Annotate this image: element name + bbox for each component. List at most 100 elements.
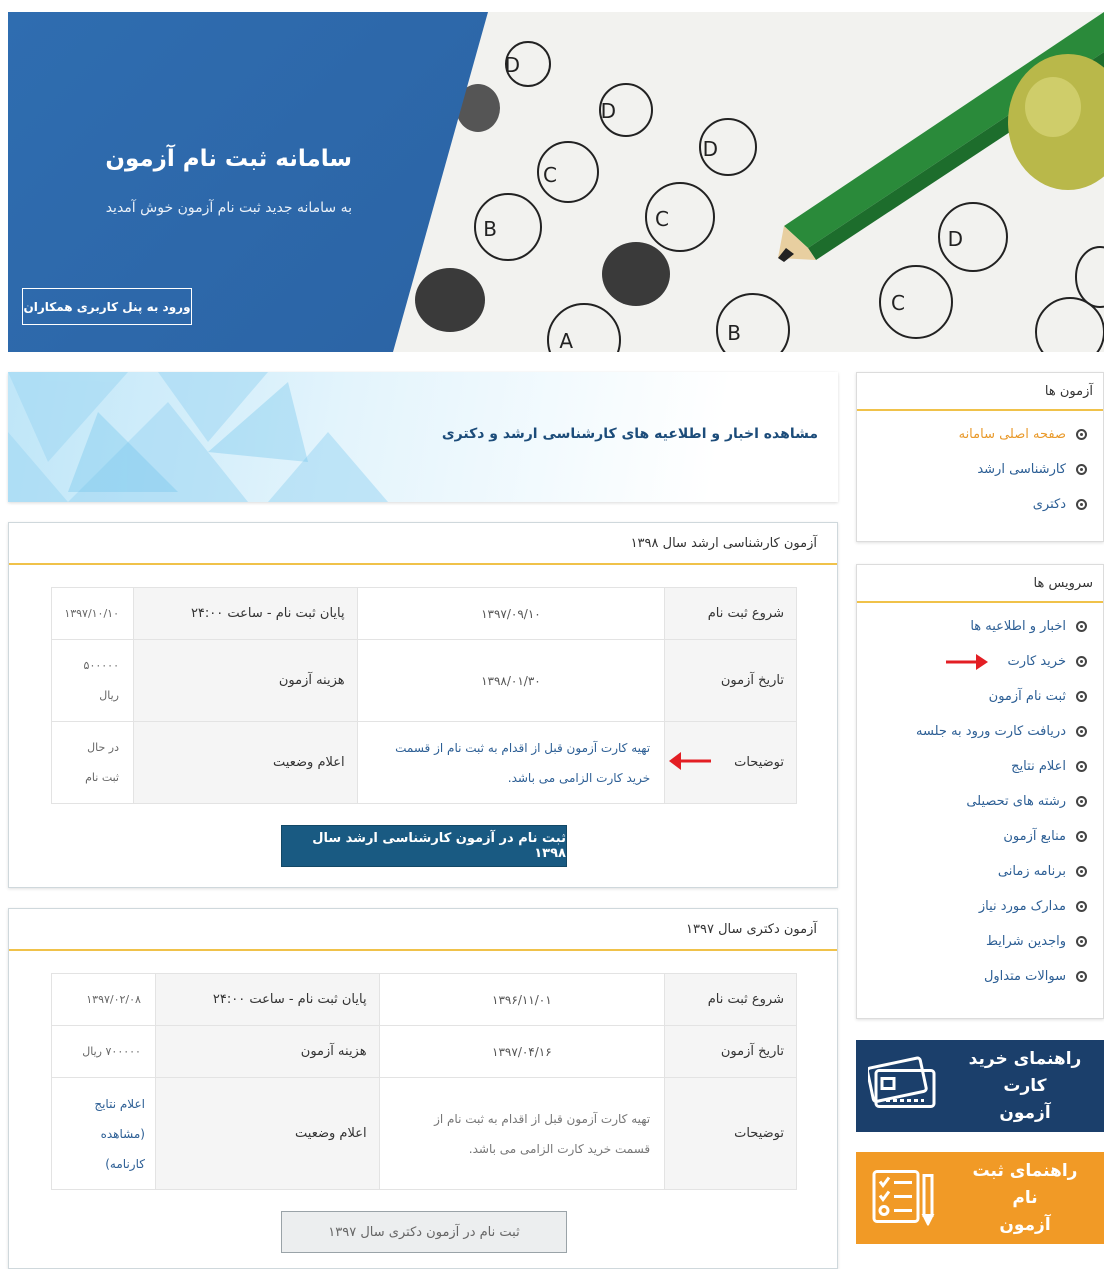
sidebar-item-news[interactable]: اخبار و اطلاعیه ها (857, 609, 1103, 644)
bullet-icon (1076, 866, 1087, 877)
services-box: سرویس ها اخبار و اطلاعیه ها خرید کارت ثب… (856, 564, 1104, 1019)
sidebar-item-eligible[interactable]: واجدین شرایط (857, 924, 1103, 959)
sidebar-item-label: کارشناسی ارشد (977, 462, 1066, 477)
reg-end-label: پایان ثبت نام - ساعت ۲۴:۰۰ (154, 973, 380, 1026)
sidebar-item-phd[interactable]: دکتری (857, 487, 1103, 522)
notes-line: قسمت خرید کارت الزامی می باشد. (468, 1141, 651, 1156)
exam-date-value: ۱۳۹۷/۰۴/۱۶ (378, 1025, 666, 1078)
sidebar-item-label: مدارک مورد نیاز (978, 899, 1066, 914)
register-phd-button[interactable]: ثبت نام در آزمون دکتری سال ۱۳۹۷ (281, 1211, 567, 1253)
sidebar-item-label: صفحه اصلی سامانه (958, 427, 1066, 442)
exam-card-title: آزمون دکتری سال ۱۳۹۷ (9, 909, 837, 951)
bullet-icon (1076, 691, 1087, 702)
svg-text:C: C (543, 163, 557, 187)
reg-end-value: ۱۳۹۷/۰۲/۰۸ (51, 973, 156, 1026)
header-banner: D D D C C B D B C A سامانه ثبت نام آزمون… (8, 12, 1104, 352)
reg-end-label: پایان ثبت نام - ساعت ۲۴:۰۰ (133, 587, 358, 640)
exams-box: آزمون ها صفحه اصلی سامانه کارشناسی ارشد … (856, 372, 1104, 542)
bullet-icon (1076, 621, 1087, 632)
guide-line: راهنمای ثبت نام (972, 1160, 1078, 1208)
partner-login-button[interactable]: ورود به پنل کاربری همکاران (22, 288, 192, 325)
results-link[interactable]: اعلام نتایج (مشاهده کارنامه) (51, 1077, 156, 1190)
bullet-icon (1076, 464, 1087, 475)
site-title: سامانه ثبت نام آزمون (105, 146, 352, 172)
sidebar-item-documents[interactable]: مدارک مورد نیاز (857, 889, 1103, 924)
credit-card-icon (865, 1056, 938, 1116)
sidebar-item-resources[interactable]: منابع آزمون (857, 819, 1103, 854)
sidebar-item-label: برنامه زمانی (997, 864, 1066, 879)
status-label: اعلام وضعیت (133, 721, 358, 804)
notes-line: تهیه کارت آزمون قبل از اقدام به ثبت نام … (434, 1111, 651, 1126)
exam-date-value: ۱۳۹۸/۰۱/۳۰ (356, 639, 666, 722)
guide-line: آزمون (999, 1214, 1051, 1235)
sidebar-item-masters[interactable]: کارشناسی ارشد (857, 452, 1103, 487)
red-arrow-icon (669, 752, 711, 770)
sidebar-item-label: ثبت نام آزمون (988, 689, 1066, 704)
svg-text:A: A (559, 329, 573, 352)
exams-list: صفحه اصلی سامانه کارشناسی ارشد دکتری (857, 411, 1103, 528)
sidebar-item-entry-card[interactable]: دریافت کارت ورود به جلسه (857, 714, 1103, 749)
notes-value: تهیه کارت آزمون قبل از اقدام به ثبت نام … (356, 721, 666, 804)
site-subtitle: به سامانه جدید ثبت نام آزمون خوش آمدید (105, 200, 352, 216)
notes-line: تهیه کارت آزمون قبل از اقدام به ثبت نام … (395, 740, 651, 755)
fee-value: ۵۰۰۰۰۰ ریال (51, 639, 134, 722)
notes-label: توضیحات (664, 1077, 797, 1190)
bullet-icon (1076, 901, 1087, 912)
status-value: در حال ثبت نام (51, 721, 134, 804)
svg-text:C: C (891, 291, 905, 315)
exam-date-label: تاریخ آزمون (664, 1025, 797, 1078)
reg-start-value: ۱۳۹۷/۰۹/۱۰ (356, 587, 666, 640)
fee-label: هزینه آزمون (154, 1025, 380, 1078)
buy-card-guide-button[interactable]: راهنمای خرید کارت آزمون (856, 1040, 1104, 1132)
news-banner[interactable]: مشاهده اخبار و اطلاعیه های کارشناسی ارشد… (8, 372, 838, 502)
status-line: اعلام نتایج (94, 1096, 145, 1111)
svg-text:C: C (655, 207, 669, 231)
sidebar-item-home[interactable]: صفحه اصلی سامانه (857, 417, 1103, 452)
bullet-icon (1076, 971, 1087, 982)
svg-text:D: D (703, 137, 718, 161)
sidebar-item-fields[interactable]: رشته های تحصیلی (857, 784, 1103, 819)
reg-start-value: ۱۳۹۶/۱۱/۰۱ (378, 973, 666, 1026)
svg-text:D: D (948, 227, 963, 251)
exam-info-table: شروع ثبت نام ۱۳۹۶/۱۱/۰۱ پایان ثبت نام - … (51, 973, 797, 1190)
register-masters-button[interactable]: ثبت نام در آزمون کارشناسی ارشد سال ۱۳۹۸ (281, 825, 567, 867)
notes-value: تهیه کارت آزمون قبل از اقدام به ثبت نام … (378, 1077, 666, 1190)
sidebar-item-label: اخبار و اطلاعیه ها (970, 619, 1066, 634)
sidebar-item-label: رشته های تحصیلی (966, 794, 1066, 809)
sidebar-item-schedule[interactable]: برنامه زمانی (857, 854, 1103, 889)
guide-label: راهنمای ثبت نام آزمون (960, 1158, 1090, 1239)
sidebar-item-label: واجدین شرایط (985, 934, 1066, 949)
sidebar-item-label: سوالات متداول (983, 969, 1066, 984)
sidebar-item-results[interactable]: اعلام نتایج (857, 749, 1103, 784)
status-label: اعلام وضعیت (154, 1077, 380, 1190)
checklist-icon (868, 1166, 938, 1231)
bullet-icon (1076, 831, 1087, 842)
fee-label: هزینه آزمون (133, 639, 358, 722)
reg-end-value: ۱۳۹۷/۱۰/۱۰ (51, 587, 134, 640)
sidebar-item-label: دکتری (1032, 497, 1066, 512)
sidebar-item-faq[interactable]: سوالات متداول (857, 959, 1103, 994)
exam-date-label: تاریخ آزمون (664, 639, 797, 722)
sidebar-item-label: خرید کارت (1007, 654, 1066, 669)
bullet-icon (1076, 656, 1087, 667)
reg-start-label: شروع ثبت نام (664, 973, 797, 1026)
svg-text:B: B (727, 321, 741, 345)
bullet-icon (1076, 429, 1087, 440)
red-arrow-icon (944, 652, 990, 672)
register-guide-button[interactable]: راهنمای ثبت نام آزمون (856, 1152, 1104, 1244)
exam-card-phd: آزمون دکتری سال ۱۳۹۷ شروع ثبت نام ۱۳۹۶/۱… (8, 908, 838, 1269)
bullet-icon (1076, 796, 1087, 807)
sidebar-item-buy-card[interactable]: خرید کارت (857, 644, 1103, 679)
news-banner-title[interactable]: مشاهده اخبار و اطلاعیه های کارشناسی ارشد… (442, 426, 818, 442)
reg-start-label: شروع ثبت نام (664, 587, 797, 640)
bullet-icon (1076, 499, 1087, 510)
exams-box-title: آزمون ها (857, 373, 1103, 411)
fee-amount: ۵۰۰۰۰۰ (83, 658, 119, 672)
exam-card-title: آزمون کارشناسی ارشد سال ۱۳۹۸ (9, 523, 837, 565)
fee-unit: ریال (99, 688, 119, 702)
bullet-icon (1076, 726, 1087, 737)
sidebar-item-register[interactable]: ثبت نام آزمون (857, 679, 1103, 714)
guide-line: راهنمای خرید کارت (968, 1048, 1082, 1096)
guide-line: آزمون (999, 1102, 1051, 1123)
services-box-title: سرویس ها (857, 565, 1103, 603)
